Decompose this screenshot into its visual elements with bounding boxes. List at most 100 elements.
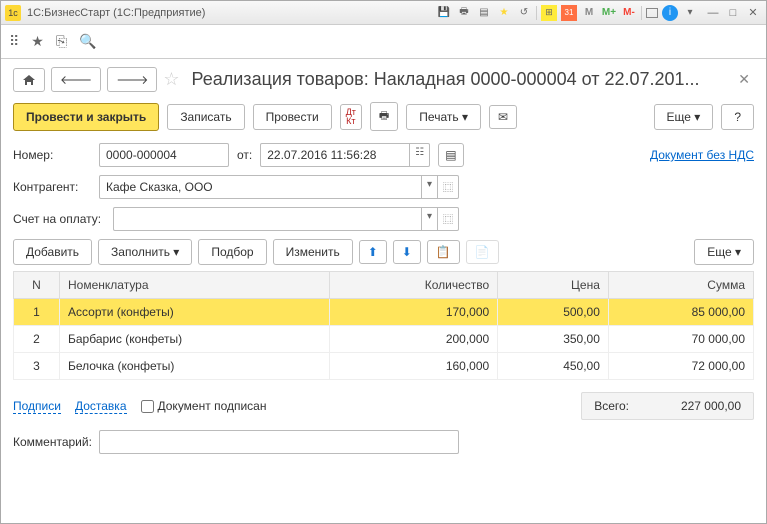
date-label: от: (237, 148, 252, 162)
favorite-icon[interactable]: ★ (496, 5, 512, 21)
cell-sum: 85 000,00 (608, 299, 753, 326)
signatures-link[interactable]: Подписи (13, 399, 61, 414)
titlebar-icons: 💾 🖶 ▤ ★ ↺ ⊞ 31 M M+ M- i ▾ (436, 5, 698, 21)
no-vat-link[interactable]: Документ без НДС (650, 148, 754, 162)
print-button[interactable]: Печать ▾ (406, 104, 481, 130)
col-quantity[interactable]: Количество (330, 272, 498, 299)
windows-icon[interactable] (646, 8, 658, 18)
table-row[interactable]: 2Барбарис (конфеты)200,000350,0070 000,0… (14, 326, 754, 353)
minimize-icon[interactable]: — (704, 5, 722, 21)
email-button[interactable]: ✉ (489, 105, 517, 129)
cell-quantity: 160,000 (330, 353, 498, 380)
back-button[interactable]: 🡐 (51, 67, 101, 92)
forward-button[interactable]: 🡒 (107, 67, 157, 92)
save-button[interactable]: Записать (167, 104, 244, 130)
invoice-input[interactable] (113, 207, 422, 231)
total-label: Всего: (594, 399, 629, 413)
cell-sum: 72 000,00 (608, 353, 753, 380)
search-icon[interactable]: 🔍 (79, 33, 96, 50)
comment-input[interactable] (99, 430, 459, 454)
cell-n: 3 (14, 353, 60, 380)
window-titlebar: 1c 1С:БизнесСтарт (1С:Предприятие) 💾 🖶 ▤… (1, 1, 766, 25)
separator (641, 6, 642, 20)
copy-button[interactable]: 📋 (427, 240, 460, 264)
cell-price: 500,00 (498, 299, 609, 326)
items-table: N Номенклатура Количество Цена Сумма 1Ас… (13, 271, 754, 380)
clipboard-icon[interactable]: ⎘ (56, 33, 67, 50)
help-button[interactable]: ? (721, 104, 754, 130)
document-title: Реализация товаров: Накладная 0000-00000… (192, 69, 729, 90)
number-date-row: Номер: от: ☷ ▤ Документ без НДС (13, 143, 754, 167)
invoice-label: Счет на оплату: (13, 212, 105, 226)
date-picker-icon[interactable]: ☷ (410, 143, 430, 167)
table-more-button[interactable]: Еще ▾ (694, 239, 754, 265)
signed-checkbox[interactable]: Документ подписан (141, 399, 267, 413)
contragent-group: ▾ ⿴ (99, 175, 459, 199)
col-price[interactable]: Цена (498, 272, 609, 299)
more-label: Еще (707, 245, 731, 259)
open-ref-icon[interactable]: ⿴ (438, 175, 459, 199)
m-minus-icon[interactable]: M- (621, 5, 637, 21)
dropdown-icon[interactable]: ▾ (422, 175, 438, 199)
contragent-row: Контрагент: ▾ ⿴ (13, 175, 754, 199)
dropdown-icon[interactable]: ▾ (682, 5, 698, 21)
col-n[interactable]: N (14, 272, 60, 299)
table-header-row: N Номенклатура Количество Цена Сумма (14, 272, 754, 299)
history-icon[interactable]: ↺ (516, 5, 532, 21)
favorite-star-icon[interactable]: ☆ (163, 69, 179, 90)
close-icon[interactable]: ✕ (744, 5, 762, 21)
col-nomenclature[interactable]: Номенклатура (60, 272, 330, 299)
more-button[interactable]: Еще ▾ (654, 104, 714, 130)
paste-button[interactable]: 📄 (466, 240, 499, 264)
calendar-icon[interactable]: 31 (561, 5, 577, 21)
total-box: Всего: 227 000,00 (581, 392, 754, 420)
add-button[interactable]: Добавить (13, 239, 92, 265)
contragent-label: Контрагент: (13, 180, 91, 194)
maximize-icon[interactable]: □ (724, 5, 742, 21)
home-icon (22, 74, 36, 86)
cell-price: 350,00 (498, 326, 609, 353)
date-input[interactable] (260, 143, 410, 167)
delivery-link[interactable]: Доставка (75, 399, 127, 414)
print-icon[interactable]: 🖶 (456, 5, 472, 21)
signed-checkbox-input[interactable] (141, 400, 154, 413)
cell-price: 450,00 (498, 353, 609, 380)
calculator-icon[interactable]: ⊞ (541, 5, 557, 21)
col-sum[interactable]: Сумма (608, 272, 753, 299)
print-label: Печать (419, 110, 458, 124)
close-doc-icon[interactable]: ✕ (734, 71, 754, 88)
move-down-button[interactable]: ⬇ (393, 240, 421, 264)
signatures-row: Подписи Доставка Документ подписан Всего… (13, 392, 754, 420)
invoice-group: ▾ ⿴ (113, 207, 459, 231)
star-icon[interactable]: ★ (31, 33, 44, 50)
save-icon[interactable]: 💾 (436, 5, 452, 21)
contragent-input[interactable] (99, 175, 422, 199)
pick-button[interactable]: Подбор (198, 239, 266, 265)
info-icon[interactable]: i (662, 5, 678, 21)
cell-nomenclature: Барбарис (конфеты) (60, 326, 330, 353)
invoice-row: Счет на оплату: ▾ ⿴ (13, 207, 754, 231)
move-up-button[interactable]: ⬆ (359, 240, 387, 264)
open-ref-icon[interactable]: ⿴ (438, 207, 459, 231)
apps-icon[interactable]: ⠿ (9, 33, 19, 50)
command-bar: Провести и закрыть Записать Провести ДтК… (13, 102, 754, 131)
table-row[interactable]: 3Белочка (конфеты)160,000450,0072 000,00 (14, 353, 754, 380)
printer-icon-button[interactable]: 🖶 (370, 102, 398, 131)
m-plus-icon[interactable]: M+ (601, 5, 617, 21)
post-button[interactable]: Провести (253, 104, 332, 130)
debit-credit-button[interactable]: ДтКт (340, 104, 362, 130)
m-icon[interactable]: M (581, 5, 597, 21)
total-value: 227 000,00 (641, 399, 741, 413)
doc-header-row: 🡐 🡒 ☆ Реализация товаров: Накладная 0000… (13, 67, 754, 92)
table-row[interactable]: 1Ассорти (конфеты)170,000500,0085 000,00 (14, 299, 754, 326)
fill-button[interactable]: Заполнить ▾ (98, 239, 192, 265)
window-title: 1С:БизнесСтарт (1С:Предприятие) (27, 7, 436, 19)
change-button[interactable]: Изменить (273, 239, 353, 265)
home-button[interactable] (13, 68, 45, 92)
number-input[interactable] (99, 143, 229, 167)
calendar-button[interactable]: ▤ (438, 143, 463, 167)
fill-label: Заполнить (111, 245, 170, 259)
post-and-close-button[interactable]: Провести и закрыть (13, 103, 159, 131)
dropdown-icon[interactable]: ▾ (422, 207, 438, 231)
doc-icon[interactable]: ▤ (476, 5, 492, 21)
